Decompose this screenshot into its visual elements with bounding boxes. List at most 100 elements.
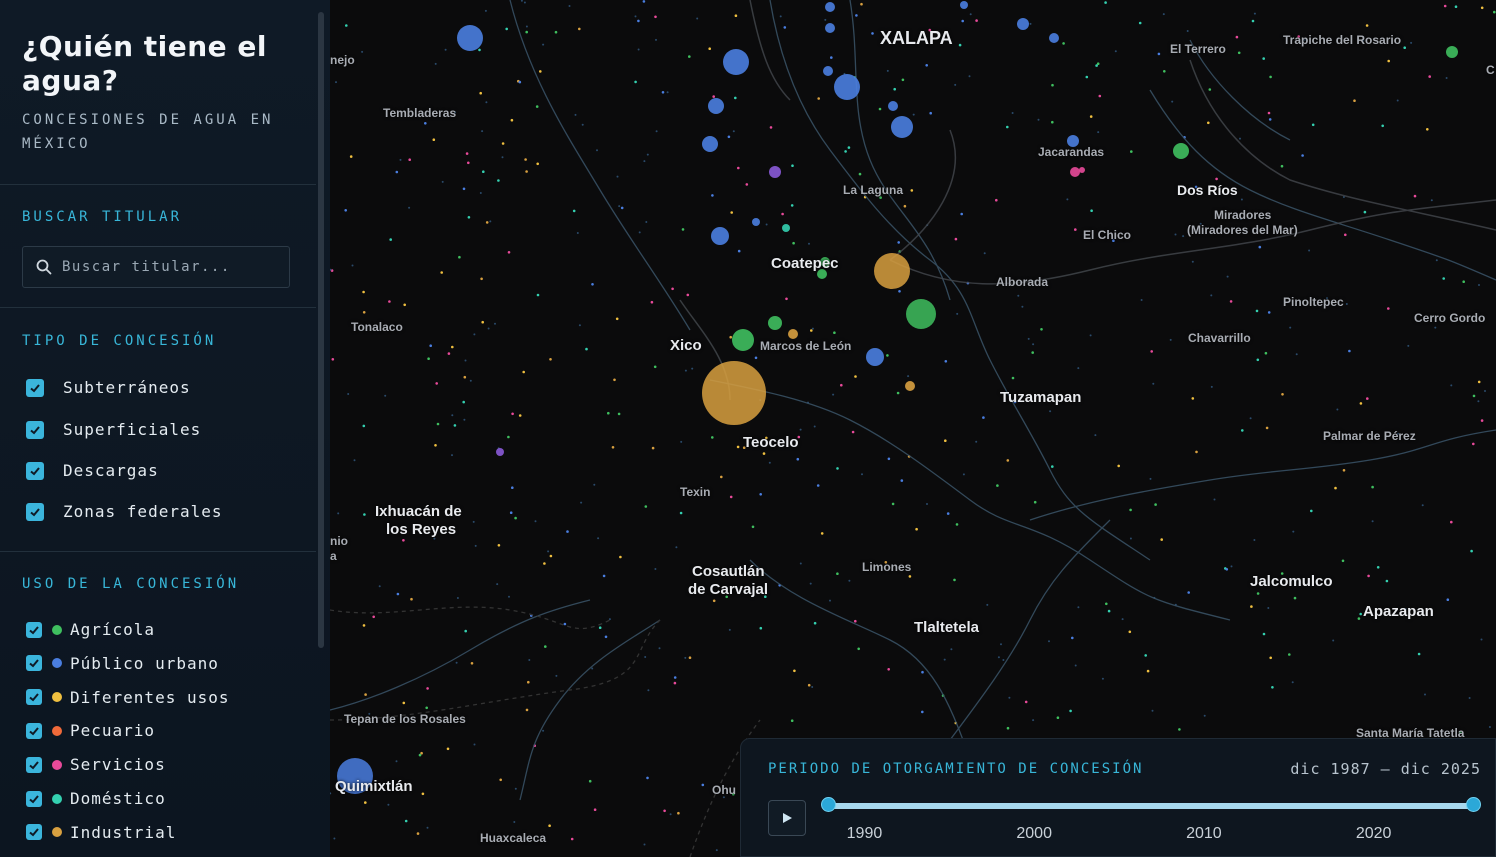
sidebar-scrollbar[interactable] [318,12,324,648]
concession-point [1098,94,1102,98]
tipo-option[interactable]: Zonas federales [26,502,223,521]
concession-point [479,192,482,194]
concession-bubble[interactable] [496,448,504,456]
concession-bubble[interactable] [1173,143,1189,159]
concession-point [427,357,430,361]
concession-bubble[interactable] [457,25,483,51]
concession-point [1271,686,1274,689]
concession-point [751,525,755,529]
checkbox[interactable] [26,722,42,739]
concession-bubble[interactable] [752,218,760,226]
checkbox[interactable] [26,790,42,807]
uso-option[interactable]: Servicios [26,755,166,774]
concession-bubble[interactable] [825,23,835,33]
concession-point [1256,358,1260,362]
uso-option[interactable]: Doméstico [26,789,166,808]
tipo-option[interactable]: Descargas [26,461,159,480]
search-box[interactable] [22,246,290,288]
concession-point [1310,509,1313,513]
checkbox[interactable] [26,655,42,672]
concession-point [480,277,483,281]
concession-bubble[interactable] [732,329,754,351]
uso-option[interactable]: Pecuario [26,721,155,740]
concession-point [1472,442,1475,446]
concession-point [1417,652,1421,656]
checkbox[interactable] [26,824,42,841]
place-xalapa: XALAPA [880,28,953,48]
concession-point [408,158,411,161]
concession-bubble[interactable] [888,101,898,111]
concession-bubble[interactable] [825,2,835,12]
timeline-end-handle[interactable] [1466,797,1481,812]
place-huaxcaleca: Huaxcaleca [480,831,547,845]
uso-option[interactable]: Industrial [26,823,176,842]
concession-bubble[interactable] [711,227,729,245]
concession-bubble[interactable] [723,49,749,75]
concession-bubble[interactable] [823,66,833,76]
concession-bubble[interactable] [905,381,915,391]
concession-bubble[interactable] [834,74,860,100]
concession-point [686,293,690,297]
concession-point [986,603,989,606]
concession-point [954,237,958,241]
concession-bubble[interactable] [906,299,936,329]
concession-bubble[interactable] [702,361,766,425]
checkbox[interactable] [26,756,42,773]
concession-bubble[interactable] [1017,18,1029,30]
concession-point [1353,99,1356,102]
checkbox[interactable] [26,420,44,439]
concession-bubble[interactable] [1446,46,1458,58]
concession-point [1213,498,1216,501]
checkbox[interactable] [26,621,42,638]
concession-point [1308,249,1311,252]
concession-point [1484,390,1486,392]
concession-point [861,473,863,476]
place-dos-rios: Dos Ríos [1177,182,1238,198]
concession-point [1265,426,1269,430]
concession-bubble[interactable] [788,329,798,339]
concession-point [891,502,895,506]
checkbox[interactable] [26,461,44,480]
concession-point [1443,4,1447,8]
concession-bubble[interactable] [1070,167,1080,177]
concession-point [591,667,594,670]
timeline-start-handle[interactable] [821,797,836,812]
concession-bubble[interactable] [768,316,782,330]
concession-point [1154,503,1157,506]
concession-point [462,400,465,404]
map[interactable]: XALAPA El Terrero Trapiche del Rosario n… [330,0,1496,857]
place-jacarandas: Jacarandas [1038,145,1105,159]
concession-point [953,578,956,582]
concession-point [525,30,528,34]
concession-bubble[interactable] [866,348,884,366]
concession-bubble[interactable] [702,136,718,152]
concession-bubble[interactable] [891,116,913,138]
place-cerro-gordo: Cerro Gordo [1414,311,1486,325]
checkbox[interactable] [26,502,44,521]
concession-point [1240,198,1243,201]
concession-point [1235,35,1239,39]
map-canvas[interactable] [330,0,1496,857]
concession-bubble[interactable] [769,166,781,178]
concession-bubble[interactable] [874,253,910,289]
checkbox[interactable] [26,378,44,397]
checkbox[interactable] [26,689,42,706]
uso-option[interactable]: Agrícola [26,620,155,639]
concession-bubble[interactable] [782,224,790,232]
concession-point [619,555,622,559]
concession-bubble[interactable] [1049,33,1059,43]
concession-bubble[interactable] [960,1,968,9]
uso-option[interactable]: Diferentes usos [26,688,230,707]
concession-point [1140,299,1143,301]
play-button[interactable] [768,800,806,836]
uso-option[interactable]: Público urbano [26,654,219,673]
search-input[interactable] [60,258,284,276]
concession-point [464,629,467,633]
tipo-option[interactable]: Superficiales [26,420,201,439]
tipo-option[interactable]: Subterráneos [26,378,191,397]
concession-bubble[interactable] [1079,167,1085,173]
concession-bubble[interactable] [708,98,724,114]
concession-point [720,475,723,479]
timeline-track[interactable] [829,803,1474,809]
concession-point [1178,728,1181,731]
